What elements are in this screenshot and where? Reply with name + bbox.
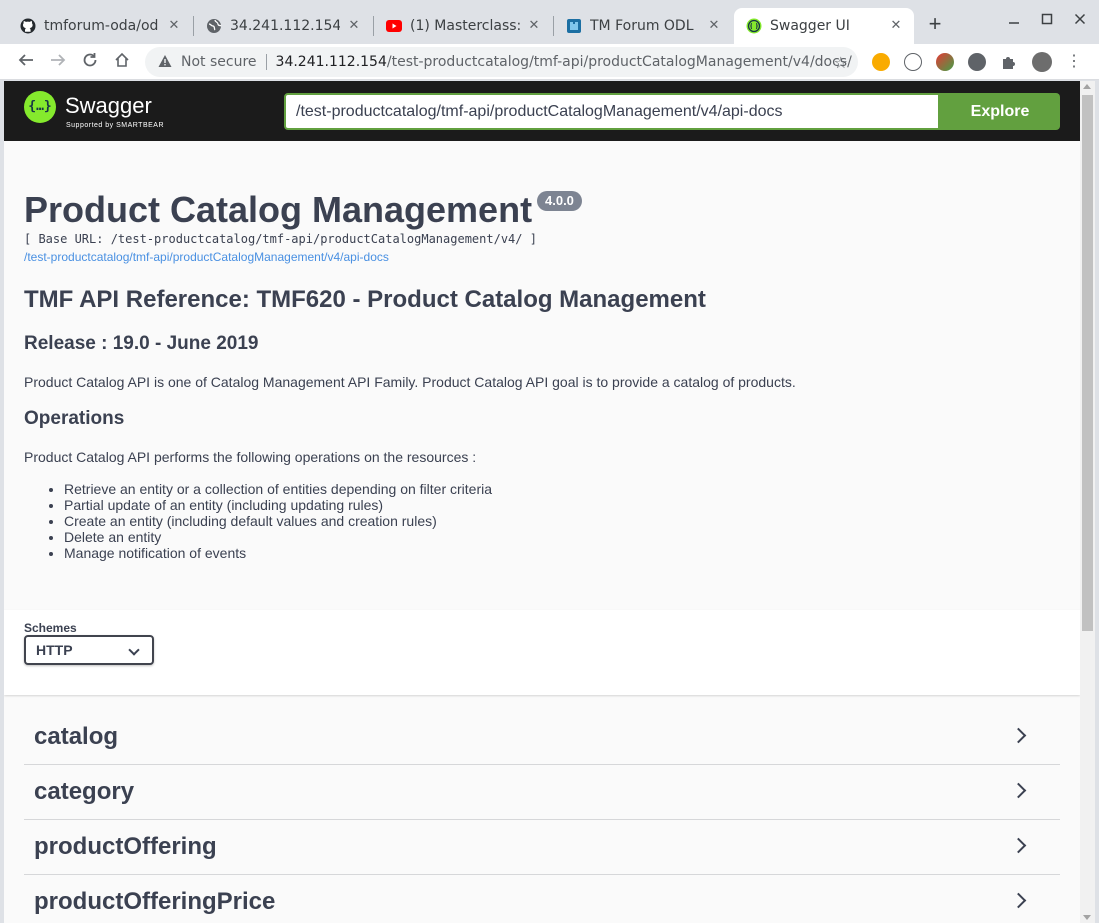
vertical-scrollbar[interactable] xyxy=(1080,81,1095,923)
tag-section-category[interactable]: category xyxy=(24,765,1060,820)
tag-section-productoffering[interactable]: productOffering xyxy=(24,820,1060,875)
window-close-icon[interactable] xyxy=(1069,10,1091,32)
tab-swagger-ui[interactable]: Swagger UI ✕ xyxy=(734,8,914,44)
extension-braces-icon[interactable] xyxy=(904,53,922,71)
api-reference-heading: TMF API Reference: TMF620 - Product Cata… xyxy=(24,286,706,313)
page-viewport: {…} Swagger Supported by SMARTBEAR /test… xyxy=(4,81,1080,923)
chevron-down-icon xyxy=(128,644,140,656)
extension-key-icon[interactable] xyxy=(872,53,890,71)
browser-window: tmforum-oda/od ✕ 34.241.112.154/tr ✕ (1)… xyxy=(0,0,1099,923)
swagger-brand[interactable]: Swagger xyxy=(65,93,152,119)
close-icon[interactable]: ✕ xyxy=(706,18,722,34)
schemes-selected-value: HTTP xyxy=(36,642,73,658)
warning-icon[interactable] xyxy=(157,54,173,70)
close-icon[interactable]: ✕ xyxy=(166,18,182,34)
security-label[interactable]: Not secure xyxy=(181,54,257,70)
reload-icon[interactable] xyxy=(78,50,102,74)
tag-name[interactable]: category xyxy=(34,778,134,806)
spec-link[interactable]: /test-productcatalog/tmf-api/productCata… xyxy=(24,250,389,264)
tag-name[interactable]: productOffering xyxy=(34,833,217,861)
tag-section-catalog[interactable]: catalog xyxy=(24,710,1060,765)
back-icon[interactable] xyxy=(14,50,38,74)
tab-strip: tmforum-oda/od ✕ 34.241.112.154/tr ✕ (1)… xyxy=(0,0,1099,44)
list-item: Partial update of an entity (including u… xyxy=(64,497,492,513)
puzzle-icon xyxy=(566,18,582,34)
tab-title: Swagger UI xyxy=(770,18,850,34)
version-badge: 4.0.0 xyxy=(537,191,582,211)
explore-button[interactable]: Explore xyxy=(940,93,1060,130)
tab-tmforum[interactable]: TM Forum ODL ✕ xyxy=(554,8,732,44)
browser-toolbar: Not secure 34.241.112.154/test-productca… xyxy=(0,44,1099,80)
tab-ip-address[interactable]: 34.241.112.154/tr ✕ xyxy=(194,8,372,44)
schemes-select[interactable]: HTTP xyxy=(24,635,154,665)
profile-avatar[interactable] xyxy=(1032,52,1052,72)
scrollbar-thumb[interactable] xyxy=(1082,95,1093,631)
bookmark-star-icon[interactable]: ☆ xyxy=(834,53,848,72)
operations-heading: Operations xyxy=(24,408,125,429)
scroll-up-arrow-icon[interactable] xyxy=(1083,84,1091,89)
list-item: Delete an entity xyxy=(64,529,492,545)
tab-title: (1) Masterclass: L xyxy=(410,18,520,34)
chevron-right-icon[interactable] xyxy=(1010,837,1027,854)
release-heading: Release : 19.0 - June 2019 xyxy=(24,333,259,354)
page-title: Product Catalog Management xyxy=(24,189,533,230)
swagger-brand-subtitle: Supported by SMARTBEAR xyxy=(66,122,165,129)
youtube-icon xyxy=(386,18,402,34)
forward-icon[interactable] xyxy=(46,50,70,74)
chevron-right-icon[interactable] xyxy=(1010,782,1027,799)
tab-title: TM Forum ODL xyxy=(590,18,694,34)
address-path: /test-productcatalog/tmf-api/productCata… xyxy=(386,54,852,70)
extension-arrow-icon[interactable] xyxy=(936,53,954,71)
tag-name[interactable]: catalog xyxy=(34,723,118,751)
new-tab-button[interactable]: + xyxy=(924,13,946,36)
home-icon[interactable] xyxy=(110,50,134,74)
address-divider xyxy=(265,54,267,70)
tag-section-productofferingprice[interactable]: productOfferingPrice xyxy=(24,875,1060,923)
close-icon[interactable]: ✕ xyxy=(526,18,542,34)
tab-youtube[interactable]: (1) Masterclass: L ✕ xyxy=(374,8,552,44)
list-item: Retrieve an entity or a collection of en… xyxy=(64,481,492,497)
schemes-label: Schemes xyxy=(24,621,77,635)
globe-icon xyxy=(206,18,222,34)
github-icon xyxy=(20,18,36,34)
address-bar[interactable]: Not secure 34.241.112.154/test-productca… xyxy=(145,47,858,77)
minimize-icon[interactable] xyxy=(1003,10,1025,32)
browser-menu-icon[interactable]: ⋮ xyxy=(1066,53,1082,71)
operations-list: Retrieve an entity or a collection of en… xyxy=(64,481,492,561)
chevron-right-icon[interactable] xyxy=(1010,727,1027,744)
base-url: [ Base URL: /test-productcatalog/tmf-api… xyxy=(24,232,537,246)
swagger-logo-icon[interactable]: {…} xyxy=(24,91,56,123)
address-host: 34.241.112.154 xyxy=(275,54,387,70)
spec-url-input[interactable]: /test-productcatalog/tmf-api/productCata… xyxy=(284,93,940,130)
chevron-right-icon[interactable] xyxy=(1010,892,1027,909)
tag-name[interactable]: productOfferingPrice xyxy=(34,888,275,916)
swagger-topbar: {…} Swagger Supported by SMARTBEAR /test… xyxy=(4,81,1080,141)
maximize-icon[interactable] xyxy=(1036,10,1058,32)
description-text: Product Catalog API is one of Catalog Ma… xyxy=(24,374,796,390)
extensions-puzzle-icon[interactable] xyxy=(1000,53,1018,71)
swagger-icon xyxy=(746,18,762,34)
operations-intro: Product Catalog API performs the followi… xyxy=(24,449,477,465)
tab-title: 34.241.112.154/tr xyxy=(230,18,340,34)
tab-github[interactable]: tmforum-oda/od ✕ xyxy=(8,8,192,44)
scroll-down-arrow-icon[interactable] xyxy=(1083,915,1091,920)
close-icon[interactable]: ✕ xyxy=(888,18,904,34)
tab-title: tmforum-oda/od xyxy=(44,18,159,34)
extension-circle-icon[interactable] xyxy=(968,53,986,71)
list-item: Create an entity (including default valu… xyxy=(64,513,492,529)
close-icon[interactable]: ✕ xyxy=(346,18,362,34)
schemes-section: Schemes HTTP xyxy=(4,610,1080,695)
list-item: Manage notification of events xyxy=(64,545,492,561)
